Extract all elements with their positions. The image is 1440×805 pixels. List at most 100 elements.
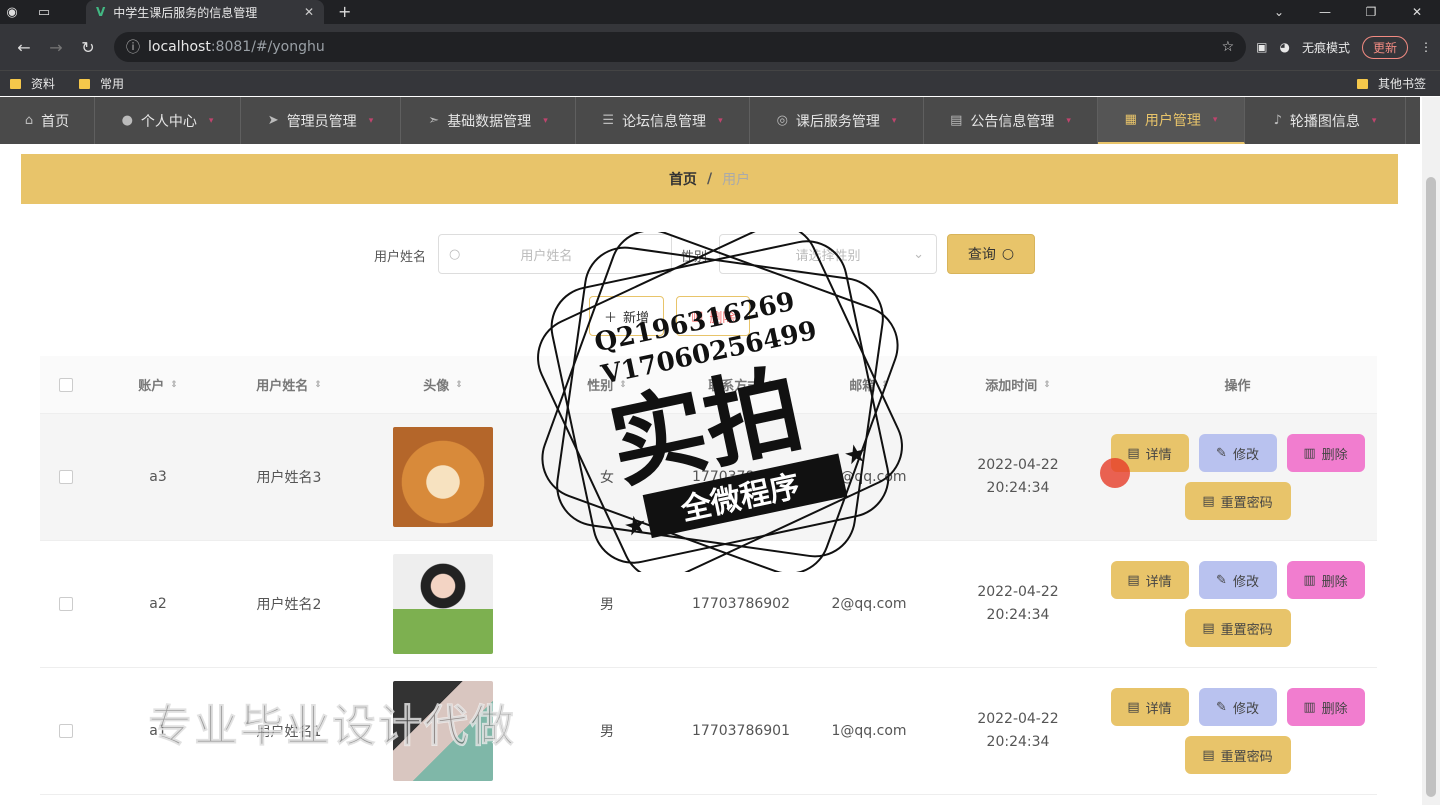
col-ops: 操作	[1098, 356, 1377, 413]
menu-label: 论坛信息管理	[622, 113, 707, 130]
menu-profile[interactable]: ● 个人中心 ▾	[95, 97, 241, 144]
menu-notice[interactable]: ▤ 公告信息管理 ▾	[924, 97, 1098, 144]
query-label: 查询	[967, 247, 996, 263]
edit-button[interactable]: ✎ 修改	[1198, 434, 1277, 472]
row-checkbox[interactable]	[59, 724, 73, 738]
menu-forum[interactable]: ☰ 论坛信息管理 ▾	[576, 97, 750, 144]
tab-search-icon[interactable]: ⌄	[1256, 0, 1302, 24]
add-label: 新增	[623, 310, 650, 326]
col-time[interactable]: 添加时间 ⇕	[938, 356, 1098, 413]
more-icon[interactable]: ⋮	[1420, 40, 1432, 54]
select-all-checkbox[interactable]	[59, 377, 73, 392]
browser-tab[interactable]: V 中学生课后服务的信息管理 ✕	[86, 0, 324, 24]
gender-label: 性别	[681, 250, 708, 265]
col-email[interactable]: 邮箱 ⇕	[800, 356, 938, 413]
menu-admin[interactable]: ➤ 管理员管理 ▾	[241, 97, 401, 144]
document-icon: ▤	[1202, 620, 1215, 636]
menu-home[interactable]: ⌂ 首页	[0, 97, 95, 144]
other-bookmarks[interactable]: 其他书签	[1356, 75, 1426, 92]
edit-button[interactable]: ✎ 修改	[1198, 561, 1277, 599]
menu-label: 用户管理	[1144, 112, 1201, 129]
close-tab-icon[interactable]: ✕	[304, 5, 314, 19]
menu-service[interactable]: ◎ 课后服务管理 ▾	[750, 97, 924, 144]
url-field[interactable]: ⓘ localhost:8081/#/yonghu ☆	[114, 32, 1247, 62]
gender-select[interactable]: 请选择性别 ⌄	[719, 234, 937, 274]
breadcrumb: 首页 / 用户	[21, 154, 1398, 204]
cell-phone: 17703786902	[692, 596, 790, 612]
document-icon: ▤	[1127, 572, 1140, 588]
sort-icon[interactable]: ⇕	[170, 380, 178, 390]
col-avatar[interactable]: 头像 ⇕	[354, 356, 532, 413]
query-button[interactable]: 查询 ○	[947, 234, 1035, 274]
delete-button[interactable]: ▥ 删除	[1286, 561, 1365, 599]
delete-button[interactable]: ▥ 删除	[1286, 688, 1365, 726]
chevron-down-icon: ▾	[1371, 115, 1377, 126]
col-account[interactable]: 账户 ⇕	[92, 356, 224, 413]
col-phone[interactable]: 联系方式 ⇕	[682, 356, 800, 413]
menu-basic-data[interactable]: ➣ 基础数据管理 ▾	[401, 97, 576, 144]
bookmark-item[interactable]: 常用	[79, 75, 124, 92]
col-gender[interactable]: 性别 ⇕	[532, 356, 682, 413]
detail-button[interactable]: ▤ 详情	[1110, 688, 1189, 726]
sort-icon[interactable]: ⇕	[881, 380, 889, 390]
trash-icon: ▥	[691, 308, 704, 324]
add-button[interactable]: ＋ 新增	[589, 296, 665, 336]
chart-icon: ▦	[1124, 112, 1137, 127]
reset-password-button[interactable]: ▤ 重置密码	[1184, 609, 1291, 647]
incognito-label: 无痕模式	[1301, 40, 1350, 55]
reload-icon[interactable]: ↻	[72, 38, 104, 57]
document-icon: ▤	[1202, 747, 1215, 763]
maximize-icon[interactable]: ❐	[1348, 0, 1394, 24]
name-search-input[interactable]: ○ 用户姓名	[438, 234, 672, 274]
window-icon[interactable]: ▭	[32, 0, 56, 24]
breadcrumb-home[interactable]: 首页	[669, 169, 697, 189]
header-label: 性别	[587, 379, 614, 394]
action-bar: ＋ 新增 ▥ 删除	[589, 296, 751, 336]
scrollbar-thumb[interactable]	[1426, 177, 1436, 797]
sort-icon[interactable]: ⇕	[314, 380, 322, 390]
update-button[interactable]: 更新	[1361, 35, 1408, 59]
search-icon: ○	[449, 246, 461, 262]
row-checkbox[interactable]	[59, 470, 73, 484]
delete-button[interactable]: ▥ 删除	[1286, 434, 1365, 472]
message-icon: ▤	[950, 113, 963, 128]
top-menu: ⌂ 首页 ● 个人中心 ▾ ➤ 管理员管理 ▾ ➣ 基础数据管理 ▾ ☰ 论坛信息管理 ▾ ◎ 课后…	[0, 97, 1420, 144]
cell-gender: 男	[600, 597, 614, 613]
sort-icon[interactable]: ⇕	[455, 380, 463, 390]
col-name[interactable]: 用户姓名 ⇕	[224, 356, 354, 413]
detail-button[interactable]: ▤ 详情	[1110, 561, 1189, 599]
folder-icon	[1356, 78, 1368, 89]
globe-icon[interactable]: ◉	[0, 0, 24, 24]
close-window-icon[interactable]: ✕	[1394, 0, 1440, 24]
bookmark-item[interactable]: 资料	[10, 75, 55, 92]
list-icon: ☰	[602, 113, 615, 128]
avatar	[393, 554, 493, 654]
info-icon[interactable]: ⓘ	[126, 37, 140, 57]
menu-carousel[interactable]: ♪ 轮播图信息 ▾	[1245, 97, 1406, 144]
forward-icon[interactable]: →	[40, 38, 72, 57]
url-host: localhost	[148, 39, 211, 55]
batch-delete-button[interactable]: ▥ 删除	[676, 296, 751, 336]
op-label: 修改	[1232, 574, 1259, 590]
back-icon[interactable]: ←	[8, 38, 40, 57]
row-checkbox[interactable]	[59, 597, 73, 611]
document-icon: ▤	[1127, 699, 1140, 715]
bookmark-star-icon[interactable]: ☆	[1222, 39, 1235, 55]
delete-label: 删除	[709, 310, 736, 326]
sort-icon[interactable]: ⇕	[766, 380, 774, 390]
sort-icon[interactable]: ⇕	[1043, 380, 1051, 390]
reset-password-button[interactable]: ▤ 重置密码	[1184, 736, 1291, 774]
pencil-icon: ✎	[1216, 699, 1227, 715]
pencil-icon: ✎	[1216, 572, 1227, 588]
page-scrollbar[interactable]	[1422, 97, 1440, 805]
menu-users[interactable]: ▦ 用户管理 ▾	[1098, 97, 1245, 144]
new-tab-icon[interactable]: +	[338, 2, 351, 21]
minimize-icon[interactable]: —	[1302, 0, 1348, 24]
reading-mode-icon[interactable]: ▣	[1256, 40, 1267, 54]
header-label: 头像	[423, 379, 450, 394]
address-bar-row: ← → ↻ ⓘ localhost:8081/#/yonghu ☆ ▣ ◕ 无痕…	[0, 24, 1440, 70]
edit-button[interactable]: ✎ 修改	[1198, 688, 1277, 726]
reset-password-button[interactable]: ▤ 重置密码	[1184, 482, 1291, 520]
sort-icon[interactable]: ⇕	[619, 380, 627, 390]
folder-icon	[10, 78, 21, 89]
